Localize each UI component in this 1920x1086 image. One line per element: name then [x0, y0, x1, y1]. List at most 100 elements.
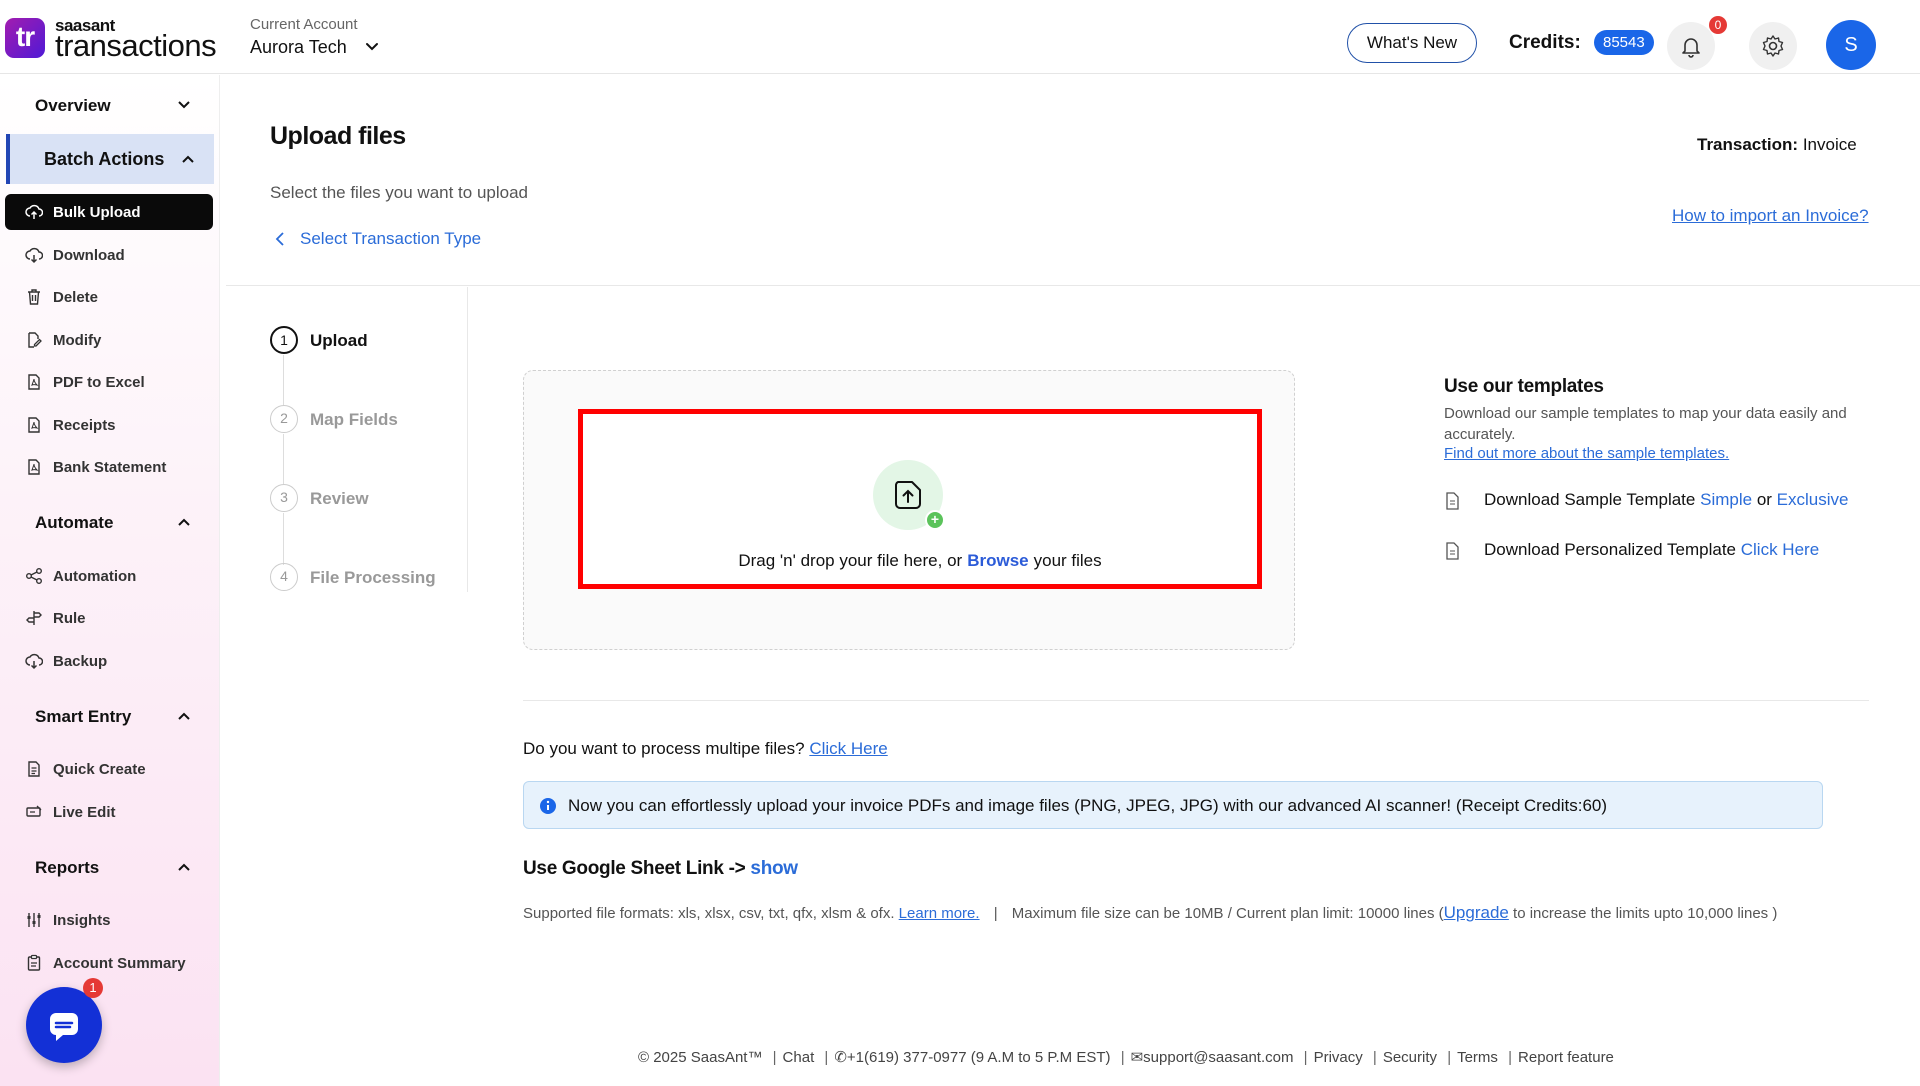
transaction-value: Invoice	[1802, 135, 1857, 154]
step-label: Upload	[310, 331, 368, 350]
sidebar-item-quick-create[interactable]: Quick Create	[5, 751, 213, 787]
edit-file-icon	[28, 332, 42, 348]
transaction-label: Transaction:	[1697, 135, 1799, 154]
sidebar-section-automate[interactable]: Automate	[35, 513, 113, 533]
back-link-label: Select Transaction Type	[300, 229, 482, 248]
step-label: Review	[310, 489, 369, 508]
chevron-up-icon[interactable]	[176, 514, 192, 530]
step-label: Map Fields	[310, 410, 398, 429]
mail-icon: ✉	[1130, 1049, 1144, 1066]
sidebar-item-label: Backup	[53, 653, 108, 670]
sidebar-item-label: Quick Create	[53, 761, 146, 778]
settings-button[interactable]	[1749, 22, 1797, 70]
document-icon	[1446, 542, 1459, 560]
saasant-logo[interactable]: tr	[5, 18, 45, 58]
chevron-left-icon	[275, 232, 284, 246]
footer: © 2025 SaasAnt™ | Chat | ✆+1(619) 377-0977…	[638, 1049, 1614, 1066]
chat-unread-badge: 1	[83, 978, 103, 998]
multiple-files-link[interactable]: Click Here	[809, 739, 887, 758]
chevron-up-icon[interactable]	[176, 708, 192, 724]
top-header: tr saasant transactions Current Account …	[0, 0, 1920, 74]
chevron-down-icon[interactable]	[363, 38, 381, 56]
statement-file-icon	[28, 459, 40, 475]
google-sheet-show-link[interactable]: show	[750, 858, 798, 879]
chat-button[interactable]	[26, 987, 102, 1063]
sidebar-item-label: Bulk Upload	[53, 204, 141, 221]
sidebar-item-bulk-upload[interactable]: Bulk Upload	[5, 194, 213, 230]
footer-privacy-link[interactable]: Privacy	[1314, 1049, 1363, 1066]
or-text: or	[1756, 490, 1772, 509]
transaction-type-indicator: Transaction: Invoice	[1697, 135, 1857, 155]
sample-template-label: Download Sample Template	[1484, 490, 1696, 509]
clipboard-icon	[27, 954, 41, 971]
sidebar-item-receipts[interactable]: Receipts	[5, 407, 213, 443]
footer-phone: +1(619) 377-0977 (9 A.M to 5 P.M EST)	[846, 1049, 1111, 1066]
sidebar: Overview Batch Actions Bulk Upload Downl…	[0, 75, 220, 1086]
browse-files-link[interactable]: Browse	[967, 551, 1028, 570]
templates-more-link[interactable]: Find out more about the sample templates…	[1444, 445, 1729, 462]
step-connector	[283, 434, 284, 485]
page-subtitle: Select the files you want to upload	[270, 183, 528, 202]
sidebar-item-label: Account Summary	[53, 955, 186, 972]
google-sheet-link-row: Use Google Sheet Link -> show	[523, 858, 798, 880]
pdf-file-icon	[28, 374, 40, 390]
sidebar-item-account-summary[interactable]: Account Summary	[5, 945, 213, 981]
sidebar-item-label: Automation	[53, 568, 137, 585]
sidebar-item-download[interactable]: Download	[5, 237, 213, 273]
chevron-up-icon[interactable]	[176, 859, 192, 875]
sidebar-item-label: Delete	[53, 289, 99, 306]
sidebar-item-live-edit[interactable]: Live Edit	[5, 794, 213, 830]
footer-terms-link[interactable]: Terms	[1457, 1049, 1498, 1066]
batch-actions-label: Batch Actions	[44, 149, 165, 169]
personalized-template-link[interactable]: Click Here	[1741, 540, 1819, 559]
step-connector	[283, 513, 284, 565]
stepper-divider	[467, 287, 468, 592]
ai-scanner-info-banner: Now you can effortlessly upload your inv…	[523, 781, 1823, 829]
sidebar-item-bank-statement[interactable]: Bank Statement	[5, 449, 213, 485]
formats-text: Supported file formats: xls, xlsx, csv, …	[523, 905, 895, 922]
footer-security-link[interactable]: Security	[1383, 1049, 1437, 1066]
document-icon	[1446, 492, 1459, 510]
account-selector[interactable]: Aurora Tech	[250, 37, 347, 58]
step-number: 4	[270, 563, 298, 591]
chevron-up-icon	[182, 155, 194, 163]
exclusive-template-link[interactable]: Exclusive	[1777, 490, 1849, 509]
limits-text: Maximum file size can be 10MB / Current …	[1011, 905, 1444, 922]
sidebar-item-label: Modify	[53, 332, 102, 349]
live-edit-icon	[26, 805, 42, 817]
footer-email-link[interactable]: support@saasant.com	[1143, 1049, 1293, 1066]
sidebar-item-modify[interactable]: Modify	[5, 322, 213, 358]
sidebar-item-pdf-to-excel[interactable]: PDF to Excel	[5, 364, 213, 400]
sidebar-section-reports[interactable]: Reports	[35, 858, 99, 878]
sidebar-section-batch-actions[interactable]: Batch Actions	[6, 134, 214, 184]
trash-icon	[28, 289, 40, 305]
simple-template-link[interactable]: Simple	[1700, 490, 1752, 509]
add-file-plus-icon: +	[925, 510, 945, 530]
footer-report-link[interactable]: Report feature	[1518, 1049, 1614, 1066]
sidebar-item-automation[interactable]: Automation	[5, 558, 213, 594]
document-icon	[28, 761, 40, 777]
sidebar-section-overview[interactable]: Overview	[35, 96, 111, 116]
whats-new-button[interactable]: What's New	[1347, 23, 1477, 63]
sidebar-item-rule[interactable]: Rule	[5, 600, 213, 636]
personalized-template-label: Download Personalized Template	[1484, 540, 1737, 559]
share-nodes-icon	[26, 568, 42, 584]
step-connector	[283, 355, 284, 406]
phone-icon: ✆	[834, 1049, 847, 1066]
sidebar-section-smart-entry[interactable]: Smart Entry	[35, 707, 131, 727]
learn-more-link[interactable]: Learn more.	[899, 905, 980, 922]
how-to-import-link[interactable]: How to import an Invoice?	[1672, 206, 1869, 226]
sidebar-item-backup[interactable]: Backup	[5, 643, 213, 679]
chevron-down-icon[interactable]	[176, 97, 192, 113]
footer-chat-link[interactable]: Chat	[783, 1049, 815, 1066]
notification-count-badge: 0	[1709, 16, 1727, 34]
current-account-label: Current Account	[250, 16, 358, 33]
gear-icon	[1762, 35, 1784, 57]
cloud-upload-icon	[25, 204, 43, 219]
notifications-button[interactable]	[1667, 22, 1715, 70]
upgrade-link[interactable]: Upgrade	[1444, 903, 1509, 922]
user-avatar[interactable]: S	[1826, 20, 1876, 70]
dropzone-text: Drag 'n' drop your file here, or Browse yo…	[578, 551, 1262, 571]
sidebar-item-insights[interactable]: Insights	[5, 902, 213, 938]
sidebar-item-delete[interactable]: Delete	[5, 279, 213, 315]
